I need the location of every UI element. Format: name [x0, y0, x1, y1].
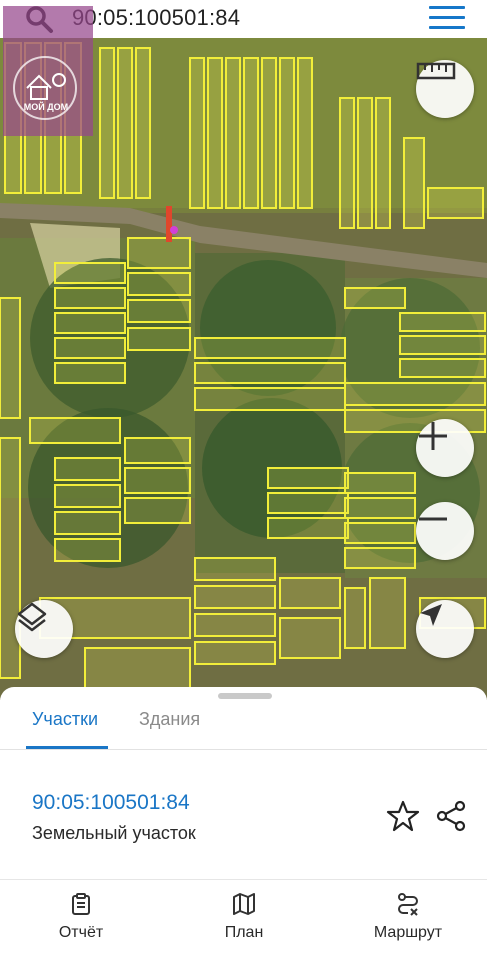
parcel-cadastral-number[interactable]: 90:05:100501:84 [32, 791, 190, 815]
nav-route[interactable]: Маршрут [348, 892, 468, 942]
nav-report-label: Отчёт [58, 924, 104, 941]
nav-route-label: Маршрут [373, 924, 443, 941]
clipboard-icon [72, 893, 90, 915]
house-icon [26, 73, 66, 100]
parcel-type: Земельный участок [32, 823, 196, 843]
plus-icon [419, 422, 447, 450]
search-input[interactable]: 90:05:100501:84 [72, 5, 240, 31]
zoom-in-button[interactable] [416, 419, 474, 477]
tabs-divider [0, 749, 487, 750]
sheet-divider [0, 879, 487, 880]
sheet-drag-handle[interactable] [218, 693, 272, 699]
locate-button[interactable] [416, 600, 474, 658]
tab-parcels[interactable]: Участки [32, 709, 98, 730]
minus-icon [419, 517, 447, 521]
star-icon[interactable] [386, 799, 420, 833]
layers-button[interactable] [15, 600, 73, 658]
logo-text: МОЙ ДОМ [23, 102, 69, 112]
map-icon [233, 893, 255, 915]
route-icon [398, 893, 418, 916]
nav-plan[interactable]: План [184, 892, 304, 942]
bottom-sheet: Участки Здания 90:05:100501:84 Земельный… [0, 687, 487, 960]
logo-watermark: МОЙ ДОМ [3, 6, 93, 136]
navigation-arrow-icon [420, 604, 442, 626]
zoom-out-button[interactable] [416, 502, 474, 560]
satellite-map[interactable] [0, 38, 487, 700]
tab-buildings[interactable]: Здания [139, 709, 200, 730]
nav-report[interactable]: Отчёт [21, 892, 141, 942]
layers-icon [17, 602, 47, 632]
hamburger-menu-icon[interactable] [429, 6, 465, 30]
ruler-icon [416, 62, 456, 80]
ruler-button[interactable] [416, 60, 474, 118]
share-icon[interactable] [434, 799, 468, 833]
nav-plan-label: План [224, 924, 264, 941]
